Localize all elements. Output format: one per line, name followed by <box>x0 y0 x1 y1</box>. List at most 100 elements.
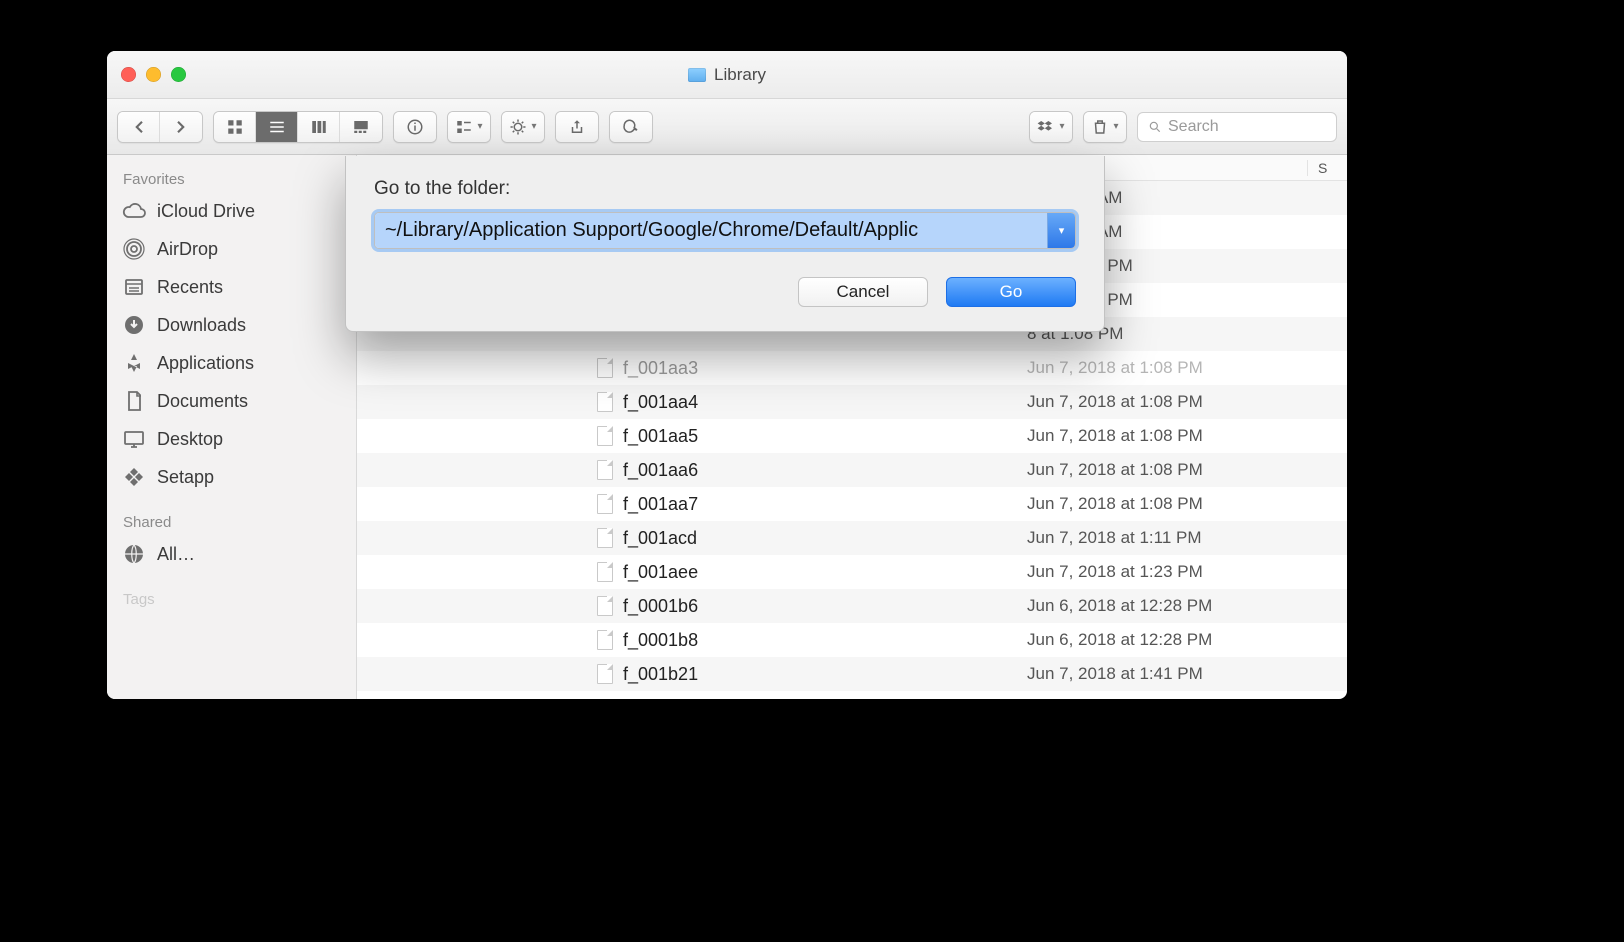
file-name: f_001aa7 <box>623 494 698 515</box>
file-name: f_001aa6 <box>623 460 698 481</box>
sidebar-item-downloads[interactable]: Downloads <box>107 306 356 344</box>
search-placeholder: Search <box>1168 118 1219 136</box>
file-icon <box>597 664 613 684</box>
file-date: Jun 7, 2018 at 1:08 PM <box>1027 426 1307 446</box>
path-input[interactable] <box>375 213 1047 248</box>
file-icon <box>597 630 613 650</box>
sidebar-item-label: All… <box>157 544 195 565</box>
file-icon <box>597 494 613 514</box>
sidebar-item-label: Applications <box>157 353 254 374</box>
sidebar-item-label: iCloud Drive <box>157 201 255 222</box>
view-switcher <box>213 111 383 143</box>
file-date: Jun 7, 2018 at 1:08 PM <box>1027 460 1307 480</box>
table-row[interactable]: f_001b21 Jun 7, 2018 at 1:41 PM <box>357 657 1347 691</box>
network-icon <box>121 541 147 567</box>
table-row[interactable]: f_001aa6 Jun 7, 2018 at 1:08 PM <box>357 453 1347 487</box>
file-icon <box>597 426 613 446</box>
file-date: Jun 7, 2018 at 1:41 PM <box>1027 664 1307 684</box>
file-date: Jun 6, 2018 at 12:28 PM <box>1027 630 1307 650</box>
file-date: Jun 7, 2018 at 1:08 PM <box>1027 358 1307 378</box>
sidebar-item-setapp[interactable]: Setapp <box>107 458 356 496</box>
sidebar-item-label: Recents <box>157 277 223 298</box>
downloads-icon <box>121 312 147 338</box>
sidebar-item-network-all[interactable]: All… <box>107 535 356 573</box>
file-icon <box>597 596 613 616</box>
sidebar-item-airdrop[interactable]: AirDrop <box>107 230 356 268</box>
window-title: Library <box>714 65 766 85</box>
cloud-icon <box>121 198 147 224</box>
chevron-down-icon: ▾ <box>1059 224 1065 237</box>
file-name: f_001b21 <box>623 664 698 685</box>
file-name: f_001acd <box>623 528 697 549</box>
table-row[interactable]: f_0001b8 Jun 6, 2018 at 12:28 PM <box>357 623 1347 657</box>
dropbox-button[interactable]: ▾ <box>1030 112 1072 142</box>
column-size[interactable]: S <box>1307 160 1347 176</box>
close-window-button[interactable] <box>121 67 136 82</box>
sidebar-item-label: Desktop <box>157 429 223 450</box>
file-name: f_001aa5 <box>623 426 698 447</box>
sidebar-tags-header: Tags <box>107 583 356 612</box>
sidebar-item-applications[interactable]: Applications <box>107 344 356 382</box>
sidebar-shared-header: Shared <box>107 506 356 535</box>
sidebar-item-label: Downloads <box>157 315 246 336</box>
minimize-window-button[interactable] <box>146 67 161 82</box>
sidebar-item-desktop[interactable]: Desktop <box>107 420 356 458</box>
file-icon <box>597 460 613 480</box>
info-button[interactable] <box>394 112 436 142</box>
file-name: f_0001b8 <box>623 630 698 651</box>
table-row[interactable]: f_001aa3 Jun 7, 2018 at 1:08 PM <box>357 351 1347 385</box>
folder-icon <box>688 68 706 82</box>
finder-window: Library <box>107 51 1347 699</box>
file-name: f_001aee <box>623 562 698 583</box>
path-combobox: ▾ <box>374 212 1076 249</box>
sidebar-item-documents[interactable]: Documents <box>107 382 356 420</box>
forward-button[interactable] <box>160 112 202 142</box>
file-name: f_001aa4 <box>623 392 698 413</box>
share-button[interactable] <box>556 112 598 142</box>
group-by-button[interactable]: ▾ <box>448 112 490 142</box>
go-button[interactable]: Go <box>946 277 1076 307</box>
file-name: f_0001b6 <box>623 596 698 617</box>
gallery-view-button[interactable] <box>340 112 382 142</box>
search-field[interactable]: Search <box>1137 112 1337 142</box>
search-icon <box>1148 120 1162 134</box>
cancel-button[interactable]: Cancel <box>798 277 928 307</box>
column-view-button[interactable] <box>298 112 340 142</box>
file-date: Jun 7, 2018 at 1:11 PM <box>1027 528 1307 548</box>
file-icon <box>597 392 613 412</box>
table-row[interactable]: f_001aa7 Jun 7, 2018 at 1:08 PM <box>357 487 1347 521</box>
sidebar-item-icloud[interactable]: iCloud Drive <box>107 192 356 230</box>
icon-view-button[interactable] <box>214 112 256 142</box>
file-date: Jun 6, 2018 at 12:28 PM <box>1027 596 1307 616</box>
toolbar: ▾ ▾ ▾ ▾ Search <box>107 99 1347 155</box>
nav-back-forward <box>117 111 203 143</box>
titlebar: Library <box>107 51 1347 99</box>
action-menu-button[interactable]: ▾ <box>502 112 544 142</box>
path-dropdown-button[interactable]: ▾ <box>1047 213 1075 248</box>
table-row[interactable]: f_001aa4 Jun 7, 2018 at 1:08 PM <box>357 385 1347 419</box>
sidebar-item-recents[interactable]: Recents <box>107 268 356 306</box>
file-date: Jun 7, 2018 at 1:08 PM <box>1027 494 1307 514</box>
sidebar-item-label: Documents <box>157 391 248 412</box>
sidebar-item-label: AirDrop <box>157 239 218 260</box>
sheet-label: Go to the folder: <box>374 178 1076 200</box>
list-view-button[interactable] <box>256 112 298 142</box>
table-row[interactable]: f_001aee Jun 7, 2018 at 1:23 PM <box>357 555 1347 589</box>
zoom-window-button[interactable] <box>171 67 186 82</box>
trash-dropdown-button[interactable]: ▾ <box>1084 112 1126 142</box>
back-button[interactable] <box>118 112 160 142</box>
table-row[interactable]: f_001aa5 Jun 7, 2018 at 1:08 PM <box>357 419 1347 453</box>
applications-icon <box>121 350 147 376</box>
recents-icon <box>121 274 147 300</box>
tags-button[interactable] <box>610 112 652 142</box>
table-row[interactable]: f_001acd Jun 7, 2018 at 1:11 PM <box>357 521 1347 555</box>
go-to-folder-sheet: Go to the folder: ▾ Cancel Go <box>345 156 1105 332</box>
airdrop-icon <box>121 236 147 262</box>
sidebar: Favorites iCloud Drive AirDrop Recents D… <box>107 155 357 699</box>
table-row[interactable]: f_0001b6 Jun 6, 2018 at 12:28 PM <box>357 589 1347 623</box>
file-icon <box>597 528 613 548</box>
file-date: Jun 7, 2018 at 1:23 PM <box>1027 562 1307 582</box>
file-icon <box>597 562 613 582</box>
file-date: Jun 7, 2018 at 1:08 PM <box>1027 392 1307 412</box>
file-name: f_001aa3 <box>623 358 698 379</box>
